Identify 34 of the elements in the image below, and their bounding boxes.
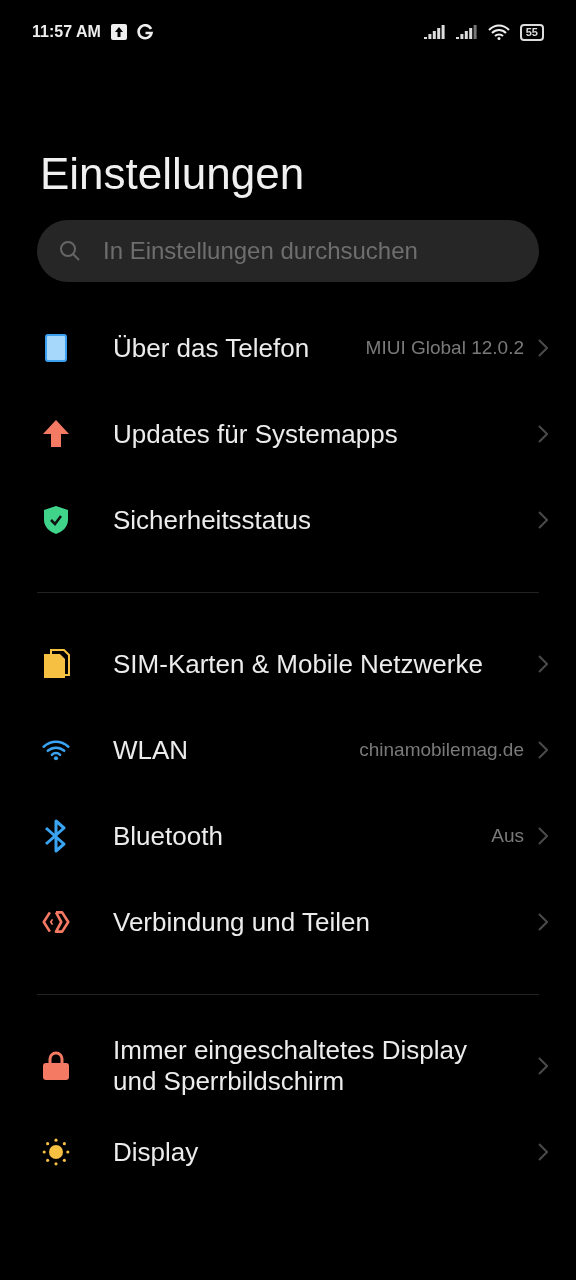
- signal-icon: [455, 25, 478, 39]
- settings-item[interactable]: Über das Telefon MIUI Global 12.0.2: [0, 305, 576, 391]
- search-icon: [59, 240, 81, 262]
- settings-item[interactable]: Display: [0, 1109, 576, 1195]
- chevron-right-icon: [538, 913, 548, 931]
- settings-item[interactable]: Immer eingeschaltetes Display und Sperrbildschirm: [0, 1023, 576, 1109]
- status-time: 11:57 AM: [32, 23, 101, 41]
- upload-icon: [110, 24, 127, 40]
- sim-cards-icon: [42, 649, 70, 679]
- chevron-right-icon: [538, 511, 548, 529]
- phone-icon: [45, 334, 67, 362]
- chevron-right-icon: [538, 655, 548, 673]
- settings-item[interactable]: SIM-Karten & Mobile Netzwerke: [0, 621, 576, 707]
- signal-icon: [423, 25, 446, 39]
- lock-icon: [42, 1051, 70, 1081]
- settings-item[interactable]: WLAN chinamobilemag.de: [0, 707, 576, 793]
- settings-item[interactable]: Verbindung und Teilen: [0, 879, 576, 965]
- settings-item[interactable]: Sicherheitsstatus: [0, 477, 576, 563]
- chevron-right-icon: [538, 339, 548, 357]
- chevron-right-icon: [538, 1143, 548, 1161]
- wifi-icon: [487, 24, 510, 40]
- battery-level: 55: [519, 23, 544, 41]
- g-letter-icon: [136, 24, 153, 40]
- up-arrow-icon: [42, 419, 70, 449]
- shield-check-icon: [43, 505, 69, 535]
- search-field[interactable]: In Einstellungen durchsuchen: [37, 220, 539, 282]
- chevron-right-icon: [538, 425, 548, 443]
- sun-icon: [42, 1136, 70, 1168]
- settings-item[interactable]: Bluetooth Aus: [0, 793, 576, 879]
- settings-item[interactable]: Updates für Systemapps: [0, 391, 576, 477]
- chevron-right-icon: [538, 827, 548, 845]
- page-title: Einstellungen: [40, 148, 306, 200]
- chevron-right-icon: [538, 1057, 548, 1075]
- chevron-right-icon: [538, 741, 548, 759]
